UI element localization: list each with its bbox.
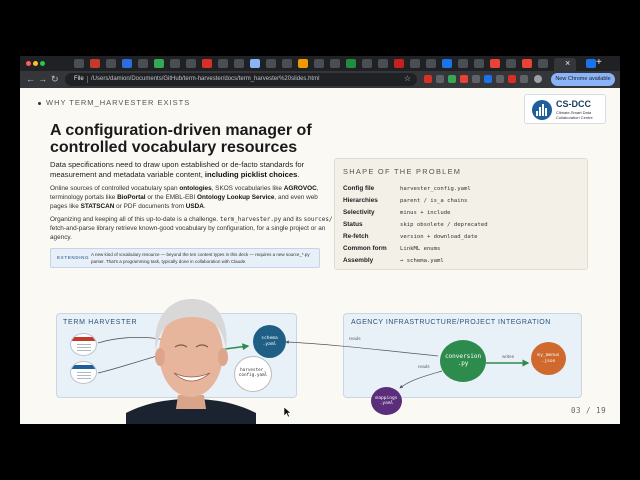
my-menus-json-node: my_menus .json (531, 342, 566, 375)
address-bar[interactable]: File /Users/damion/Documents/GitHub/term… (65, 73, 417, 86)
slide: WHY TERM_HARVESTER EXISTS CS-DCC Climate… (20, 88, 620, 424)
tab[interactable] (394, 59, 404, 68)
tab[interactable] (474, 59, 484, 68)
source-document-icon (70, 361, 97, 384)
extension-icon[interactable] (508, 75, 516, 83)
tab[interactable] (330, 59, 340, 68)
tab[interactable] (106, 59, 116, 68)
extension-icon[interactable] (460, 75, 468, 83)
forward-icon[interactable]: → (38, 74, 47, 85)
tab[interactable] (282, 59, 292, 68)
extension-icon[interactable] (448, 75, 456, 83)
tab[interactable] (490, 59, 500, 68)
tab[interactable] (538, 59, 548, 68)
tab[interactable] (154, 59, 164, 68)
tab[interactable] (346, 59, 356, 68)
url-text[interactable]: /Users/damion/Documents/GitHub/term-harv… (91, 75, 319, 84)
browser-toolbar: ← → ↻ File /Users/damion/Documents/GitHu… (20, 71, 620, 88)
tab[interactable] (202, 59, 212, 68)
tab[interactable] (362, 59, 372, 68)
tab[interactable] (378, 59, 388, 68)
tab[interactable] (314, 59, 324, 68)
tab-strip: × + (20, 56, 620, 71)
tab[interactable] (186, 59, 196, 68)
source-document-icon (70, 333, 97, 356)
tab[interactable] (90, 59, 100, 68)
profile-avatar[interactable] (534, 75, 542, 83)
browser-window: × + ← → ↻ File /Users/damion/Documents/G… (20, 56, 620, 424)
presenter-webcam (126, 299, 256, 424)
tab[interactable] (122, 59, 132, 68)
edge-label-reads: reads (349, 336, 361, 341)
tab[interactable] (586, 59, 596, 68)
scheme-label: File (74, 76, 84, 82)
extension-icon[interactable] (520, 75, 528, 83)
edge-label-writes: writes (502, 354, 514, 359)
tab[interactable] (170, 59, 180, 68)
back-icon[interactable]: ← (26, 74, 35, 85)
diagram-connectors (97, 336, 530, 389)
edge (285, 340, 439, 357)
mouse-pointer-icon (284, 407, 292, 417)
page-number: 03 / 19 (571, 406, 607, 415)
tab[interactable] (506, 59, 516, 68)
new-tab-icon[interactable]: + (596, 57, 602, 69)
tab[interactable] (410, 59, 420, 68)
extension-icon[interactable] (424, 75, 432, 83)
tab[interactable] (234, 59, 244, 68)
bookmark-star-icon[interactable]: ☆ (404, 74, 411, 84)
schema-yaml-node: schema .yaml (253, 325, 286, 358)
edge (399, 370, 443, 389)
extension-icon[interactable] (436, 75, 444, 83)
tab[interactable] (218, 59, 228, 68)
mappings-yaml-node: mappings .yaml (371, 387, 402, 415)
extension-icon[interactable] (496, 75, 504, 83)
tab[interactable] (458, 59, 468, 68)
edge-label-reads: reads (418, 364, 430, 369)
conversion-py-node: conversion .py (440, 340, 486, 382)
close-tab-icon[interactable]: × (565, 58, 570, 69)
tab[interactable] (138, 59, 148, 68)
divider (87, 76, 88, 83)
extension-icon[interactable] (472, 75, 480, 83)
update-chrome-button[interactable]: New Chrome available (551, 73, 615, 86)
extension-icon[interactable] (484, 75, 492, 83)
tab[interactable] (522, 59, 532, 68)
tab[interactable] (442, 59, 452, 68)
tab[interactable] (426, 59, 436, 68)
tab[interactable] (74, 59, 84, 68)
tab[interactable] (266, 59, 276, 68)
reload-icon[interactable]: ↻ (51, 74, 59, 85)
tab[interactable] (298, 59, 308, 68)
tab[interactable] (250, 59, 260, 68)
